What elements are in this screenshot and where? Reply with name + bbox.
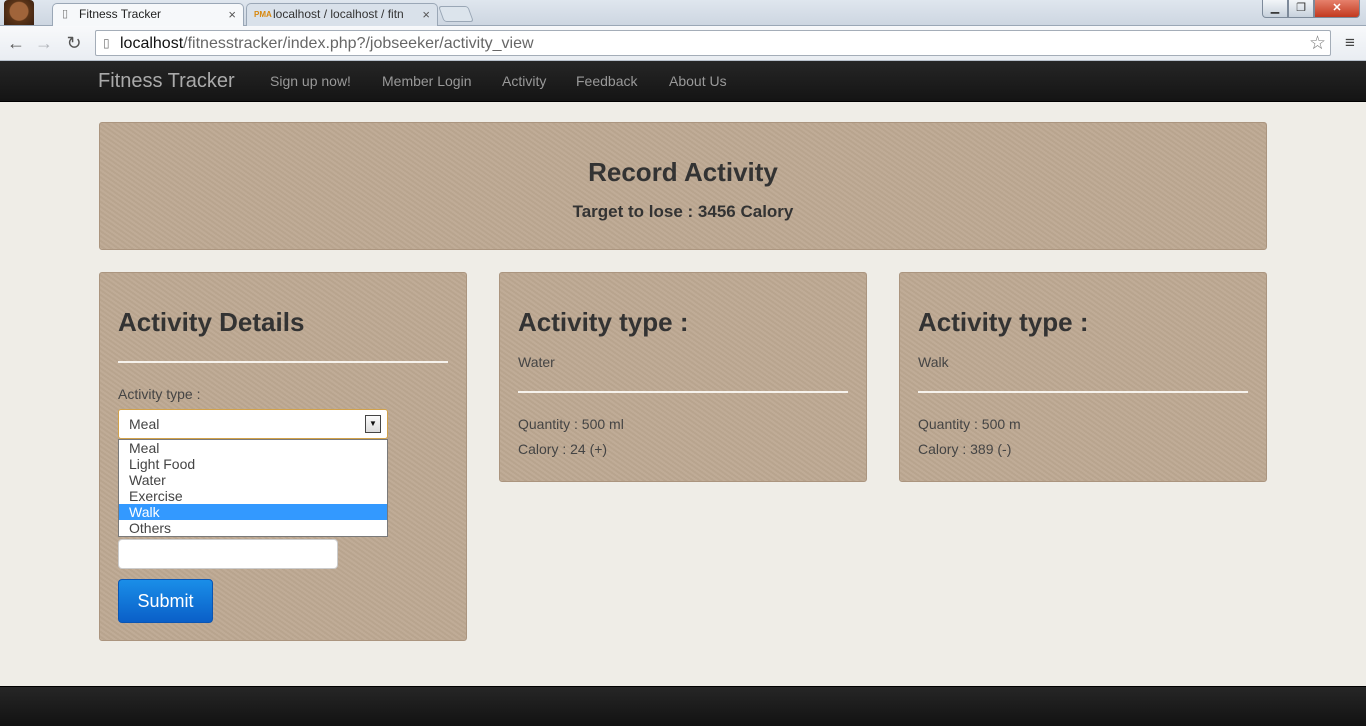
nav-signup-link[interactable]: Sign up now! (270, 73, 351, 89)
nav-about-link[interactable]: About Us (669, 73, 727, 89)
option-meal[interactable]: Meal (119, 440, 387, 456)
nav-activity-link[interactable]: Activity (502, 73, 546, 89)
maximize-button[interactable]: ❐ (1288, 0, 1314, 18)
activity-card-heading: Activity type : (518, 307, 689, 337)
back-arrow-icon[interactable]: ← (5, 32, 27, 54)
dropdown-arrow-icon[interactable]: ▼ (365, 415, 381, 433)
page-icon: ▯ (62, 8, 69, 20)
url-path: /fitnesstracker/index.php?/jobseeker/act… (183, 35, 534, 52)
quantity-input[interactable] (118, 539, 338, 569)
site-footer (0, 686, 1366, 726)
activity-card-heading: Activity type : (918, 307, 1089, 337)
brand-link[interactable]: Fitness Tracker (98, 70, 235, 93)
close-tab-icon[interactable]: × (228, 4, 236, 25)
pma-icon: PMA (254, 10, 272, 19)
activity-type-value: Water (518, 354, 555, 370)
divider (518, 391, 848, 393)
activity-details-form: Activity Details Activity type : Meal ▼ … (99, 272, 467, 641)
menu-icon[interactable]: ≡ (1340, 32, 1360, 54)
option-walk[interactable]: Walk (119, 504, 387, 520)
tab-phpmyadmin[interactable]: PMA localhost / localhost / fitn × (246, 3, 438, 26)
nav-member-login-link[interactable]: Member Login (382, 73, 472, 89)
option-others[interactable]: Others (119, 520, 387, 536)
activity-type-label: Activity type : (118, 386, 201, 402)
activity-quantity: Quantity : 500 ml (518, 416, 624, 432)
submit-button[interactable]: Submit (118, 579, 213, 623)
option-water[interactable]: Water (119, 472, 387, 488)
profile-avatar[interactable] (4, 0, 34, 25)
page-icon: ▯ (103, 36, 110, 50)
url-text: localhost/fitnesstracker/index.php?/jobs… (120, 35, 534, 53)
record-activity-banner: Record Activity Target to lose : 3456 Ca… (99, 122, 1267, 250)
tab-title: Fitness Tracker (79, 7, 162, 21)
activity-type-select[interactable]: Meal ▼ (118, 409, 388, 439)
browser-toolbar: ← → ↻ ▯ localhost/fitnesstracker/index.p… (0, 26, 1366, 61)
form-heading: Activity Details (118, 307, 305, 337)
target-calory: Target to lose : 3456 Calory (572, 202, 794, 221)
url-host: localhost (120, 35, 184, 52)
selected-value: Meal (129, 416, 160, 432)
tab-fitness-tracker[interactable]: ▯ Fitness Tracker × (52, 3, 244, 26)
option-light-food[interactable]: Light Food (119, 456, 387, 472)
page-title: Record Activity (588, 157, 778, 187)
close-window-button[interactable]: ✕ (1314, 0, 1360, 18)
activity-calory: Calory : 24 (+) (518, 441, 608, 457)
activity-type-value: Walk (918, 354, 949, 370)
divider (918, 391, 1248, 393)
star-icon[interactable]: ☆ (1309, 32, 1326, 55)
activity-type-options: Meal Light Food Water Exercise Walk Othe… (118, 439, 388, 537)
new-tab-button[interactable] (438, 6, 474, 22)
browser-tab-strip: ▯ Fitness Tracker × PMA localhost / loca… (0, 0, 1366, 26)
close-tab-icon[interactable]: × (422, 4, 430, 25)
divider (118, 361, 448, 363)
reload-icon[interactable]: ↻ (63, 32, 85, 54)
minimize-button[interactable]: ▁ (1262, 0, 1288, 18)
site-navbar: Fitness Tracker Sign up now! Member Logi… (0, 61, 1366, 102)
activity-card-water: Activity type : Water Quantity : 500 ml … (499, 272, 867, 482)
tab-title: localhost / localhost / fitn (273, 7, 404, 21)
option-exercise[interactable]: Exercise (119, 488, 387, 504)
activity-calory: Calory : 389 (-) (918, 441, 1012, 457)
nav-feedback-link[interactable]: Feedback (576, 73, 637, 89)
address-bar[interactable]: ▯ localhost/fitnesstracker/index.php?/jo… (95, 30, 1331, 56)
forward-arrow-icon[interactable]: → (33, 32, 55, 54)
activity-card-walk: Activity type : Walk Quantity : 500 m Ca… (899, 272, 1267, 482)
activity-quantity: Quantity : 500 m (918, 416, 1021, 432)
